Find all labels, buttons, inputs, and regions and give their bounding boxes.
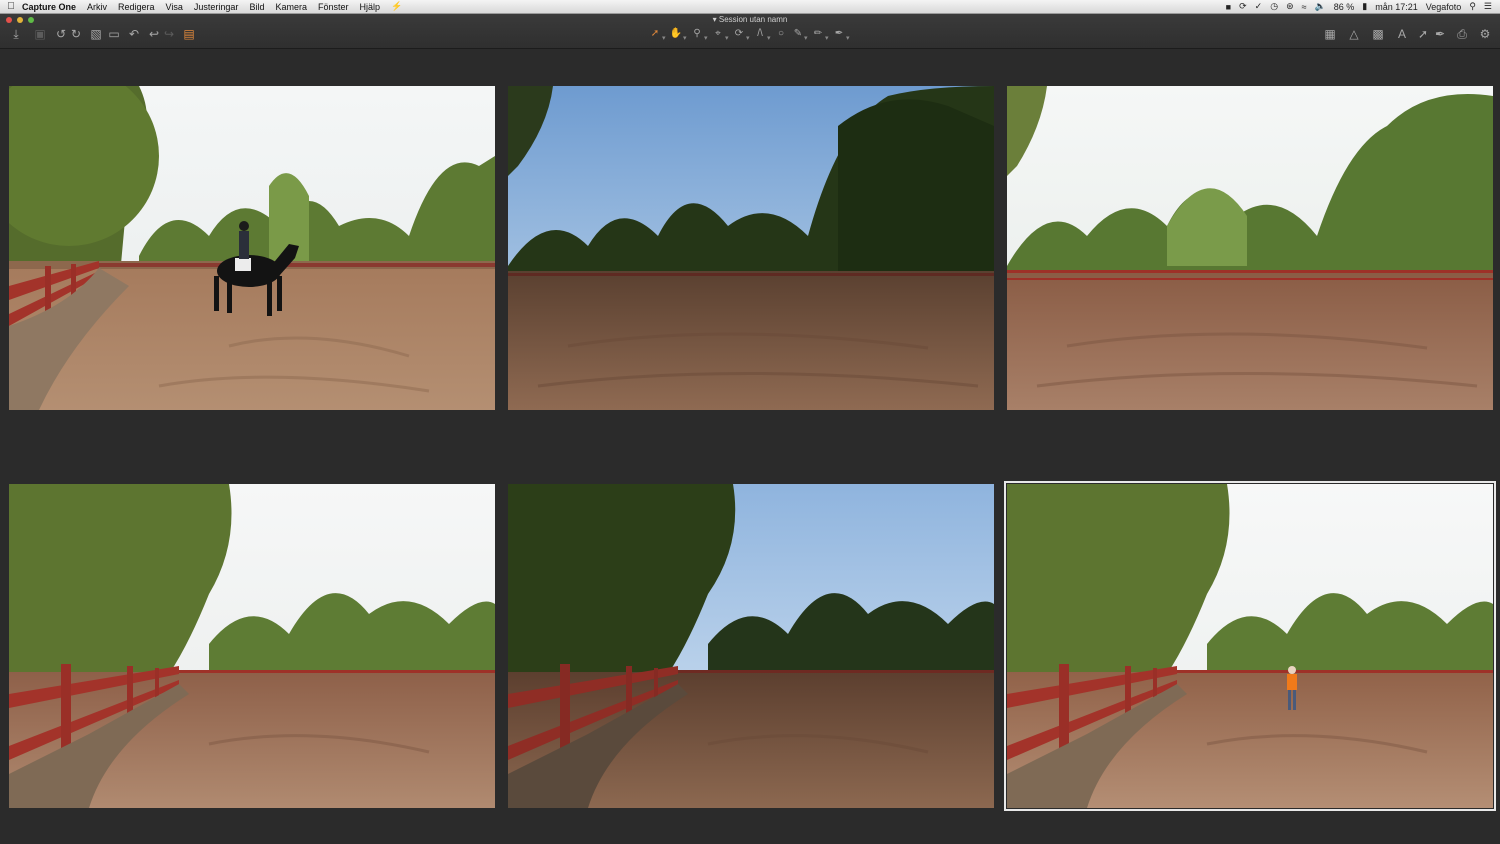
photo-rider-on-horse <box>9 86 495 410</box>
image-thumb-3[interactable] <box>1007 86 1493 410</box>
edit-icon[interactable]: ✒ <box>1433 27 1447 41</box>
battery-percent[interactable]: 86 % <box>1334 2 1355 12</box>
rotate-right-icon[interactable]: ↻ <box>69 27 83 41</box>
window-title: ▾ Session utan namn <box>712 15 788 24</box>
image-viewer <box>0 49 1500 844</box>
trash-icon[interactable]: ▭ <box>107 27 121 41</box>
brush-icon[interactable]: ✎ <box>791 27 805 41</box>
rotate-icon[interactable]: ⟳ <box>732 27 746 41</box>
check-icon[interactable]: ✓ <box>1255 1 1263 12</box>
image-thumb-2[interactable] <box>508 86 994 410</box>
import-icon[interactable]: ⤓ <box>9 27 23 41</box>
photo-empty-arena-dark <box>508 86 994 410</box>
script-menu-icon[interactable]: ⚡ <box>391 1 402 12</box>
menu-bar:  Capture One Arkiv Redigera Visa Juster… <box>0 0 1500 14</box>
menu-justeringar[interactable]: Justeringar <box>194 2 239 12</box>
rotate-left-icon[interactable]: ↺ <box>54 27 68 41</box>
notification-list-icon[interactable]: ☰ <box>1484 1 1492 12</box>
wifi-icon[interactable]: ≈ <box>1302 2 1307 12</box>
menu-bild[interactable]: Bild <box>249 2 264 12</box>
undo-icon[interactable]: ↩ <box>147 27 161 41</box>
apple-menu-icon[interactable]:  <box>0 1 22 12</box>
clock[interactable]: mån 17:21 <box>1375 2 1418 12</box>
bluetooth-icon[interactable]: ⊛ <box>1286 1 1294 12</box>
menu-redigera[interactable]: Redigera <box>118 2 155 12</box>
grid-overlay-icon[interactable]: ▩ <box>1371 27 1385 41</box>
text-icon[interactable]: A <box>1395 27 1409 41</box>
print-icon[interactable]: ⎙ <box>1455 27 1469 41</box>
eraser-icon[interactable]: ✏ <box>811 27 825 41</box>
settings-icon[interactable]: ⚙ <box>1478 27 1492 41</box>
volume-icon[interactable]: 🔈 <box>1315 1 1326 12</box>
image-thumb-6-selected[interactable] <box>1004 481 1496 811</box>
menu-hjalp[interactable]: Hjälp <box>359 2 380 12</box>
photo-fence-tree-left <box>9 484 495 808</box>
camera-icon[interactable]: ▣ <box>33 27 47 41</box>
status-menus: ■ ⟳ ✓ ◷ ⊛ ≈ 🔈 86 % ▮ mån 17:21 Vegafoto … <box>1226 0 1500 13</box>
time-machine-icon[interactable]: ◷ <box>1270 1 1278 12</box>
zoom-icon[interactable]: ⚲ <box>690 27 704 41</box>
grid-view-icon[interactable]: ▦ <box>1323 27 1337 41</box>
redo-icon[interactable]: ↪ <box>162 27 176 41</box>
picker-icon[interactable]: ✒ <box>832 27 846 41</box>
reset-icon[interactable]: ↶ <box>127 27 141 41</box>
dropbox-icon[interactable]: ■ <box>1226 2 1231 12</box>
image-thumb-4[interactable] <box>9 484 495 808</box>
folder-icon[interactable]: ▧ <box>89 27 103 41</box>
photo-fence-tree-left-dark <box>508 484 994 808</box>
photo-fence-tree-person <box>1007 484 1493 808</box>
user-name[interactable]: Vegafoto <box>1426 2 1462 12</box>
crop-icon[interactable]: ⌖ <box>711 27 725 41</box>
photo-empty-arena <box>1007 86 1493 410</box>
sync-icon[interactable]: ⟳ <box>1239 1 1247 12</box>
battery-icon[interactable]: ▮ <box>1362 1 1367 12</box>
menu-kamera[interactable]: Kamera <box>275 2 307 12</box>
pan-hand-icon[interactable]: ✋ <box>669 27 683 41</box>
menu-app-name[interactable]: Capture One <box>22 2 76 12</box>
keystone-icon[interactable]: /\ <box>753 27 767 41</box>
menu-arkiv[interactable]: Arkiv <box>87 2 107 12</box>
menu-visa[interactable]: Visa <box>166 2 183 12</box>
stack-icon[interactable]: ▤ <box>182 27 196 41</box>
circle-mask-icon[interactable]: ○ <box>774 27 788 41</box>
image-thumb-5[interactable] <box>508 484 994 808</box>
window-title-text: Session utan namn <box>718 15 788 24</box>
window-toolbar: ▾ Session utan namn ⤓ ▣ ↺ ↻ ▧ ▭ ↶ ↩ ↪ ▤ … <box>0 14 1500 49</box>
spotlight-icon[interactable]: ⚲ <box>1469 1 1476 12</box>
menu-fonster[interactable]: Fönster <box>318 2 349 12</box>
warning-icon[interactable]: △ <box>1347 27 1361 41</box>
image-thumb-1[interactable] <box>9 86 495 410</box>
select-cursor-icon[interactable]: ➚ <box>648 27 662 41</box>
export-icon[interactable]: ➚ <box>1416 27 1430 41</box>
